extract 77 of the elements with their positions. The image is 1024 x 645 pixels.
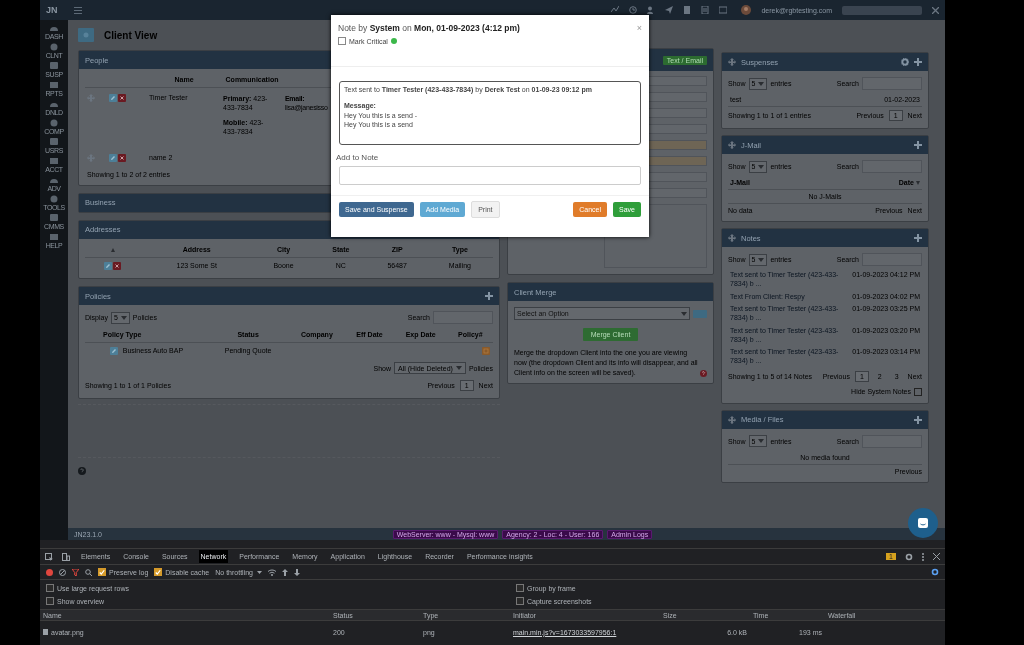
checkbox[interactable] — [516, 584, 524, 592]
upload-icon[interactable] — [282, 568, 288, 576]
checkbox[interactable] — [98, 568, 106, 576]
search-field[interactable] — [842, 5, 922, 15]
sort-icon — [916, 180, 920, 185]
field-label: Add to Note — [336, 153, 379, 162]
edit-icon[interactable] — [109, 153, 117, 162]
edit-icon[interactable] — [103, 262, 112, 271]
dialog-title: Note by System on Mon, 01-09-2023 (4:12 pm) — [338, 23, 520, 33]
dome-icon — [50, 100, 58, 108]
caret-icon — [758, 81, 765, 86]
caret-icon — [681, 311, 687, 316]
checkbox[interactable] — [46, 584, 54, 592]
move-icon — [87, 94, 95, 103]
filter-icon[interactable] — [72, 568, 79, 576]
avatar-icon — [741, 5, 752, 15]
plus-icon[interactable] — [914, 58, 922, 66]
document-icon[interactable] — [683, 6, 692, 14]
delete-icon[interactable] — [118, 94, 126, 103]
square-icon — [50, 138, 58, 146]
send-icon[interactable] — [665, 6, 674, 14]
move-icon — [87, 153, 95, 162]
close-icon[interactable] — [933, 553, 940, 560]
note-field[interactable] — [339, 166, 641, 185]
clear-icon[interactable] — [59, 568, 66, 576]
device-icon[interactable] — [62, 552, 70, 561]
caret-icon — [257, 570, 262, 574]
rectangle-icon — [50, 157, 58, 165]
plus-icon[interactable] — [485, 292, 493, 301]
record-icon[interactable] — [46, 568, 53, 576]
plus-icon[interactable] — [914, 234, 922, 242]
caret-icon — [120, 315, 127, 320]
square-icon — [50, 214, 58, 222]
clock-icon[interactable] — [629, 6, 638, 14]
checkbox[interactable] — [338, 37, 346, 45]
dome-icon — [50, 24, 58, 32]
checkbox[interactable] — [154, 568, 163, 576]
page-title: Client View — [104, 29, 158, 41]
close-button[interactable]: × — [636, 23, 642, 33]
checkbox[interactable] — [46, 597, 54, 605]
move-icon — [728, 141, 736, 149]
circle-icon — [50, 195, 58, 203]
inspect-icon[interactable] — [45, 552, 53, 561]
edit-icon[interactable] — [109, 94, 117, 103]
file-icon — [43, 629, 48, 635]
rectangle-icon — [50, 81, 58, 89]
sort-icon — [110, 248, 115, 253]
chat-icon — [917, 517, 929, 529]
move-icon — [728, 58, 736, 66]
plus-icon[interactable] — [914, 415, 922, 424]
checkbox[interactable] — [914, 387, 922, 396]
checkbox[interactable] — [516, 597, 524, 605]
wifi-icon[interactable] — [268, 568, 276, 576]
activity-icon[interactable] — [611, 6, 620, 14]
window-icon[interactable] — [719, 6, 728, 14]
delete-icon[interactable] — [118, 153, 126, 162]
plus-icon[interactable] — [914, 141, 922, 149]
edit-icon[interactable] — [109, 347, 118, 356]
rectangle-icon — [50, 233, 58, 241]
caret-icon — [758, 439, 765, 444]
move-icon — [728, 234, 736, 242]
logo: JN — [46, 5, 59, 15]
search-icon[interactable] — [85, 568, 92, 576]
caret-icon — [455, 366, 462, 371]
caret-icon — [758, 257, 765, 262]
move-icon — [728, 415, 736, 424]
user-icon[interactable] — [647, 6, 656, 14]
square-icon — [50, 62, 58, 70]
chat-button[interactable] — [908, 508, 938, 538]
dome-icon — [50, 176, 58, 184]
close-icon[interactable] — [932, 6, 939, 14]
menu-icon[interactable] — [74, 6, 82, 14]
circle-icon — [50, 119, 58, 127]
circle-icon — [50, 43, 58, 51]
delete-icon[interactable] — [112, 262, 121, 271]
download-icon[interactable] — [294, 568, 300, 576]
caret-icon — [758, 164, 765, 169]
